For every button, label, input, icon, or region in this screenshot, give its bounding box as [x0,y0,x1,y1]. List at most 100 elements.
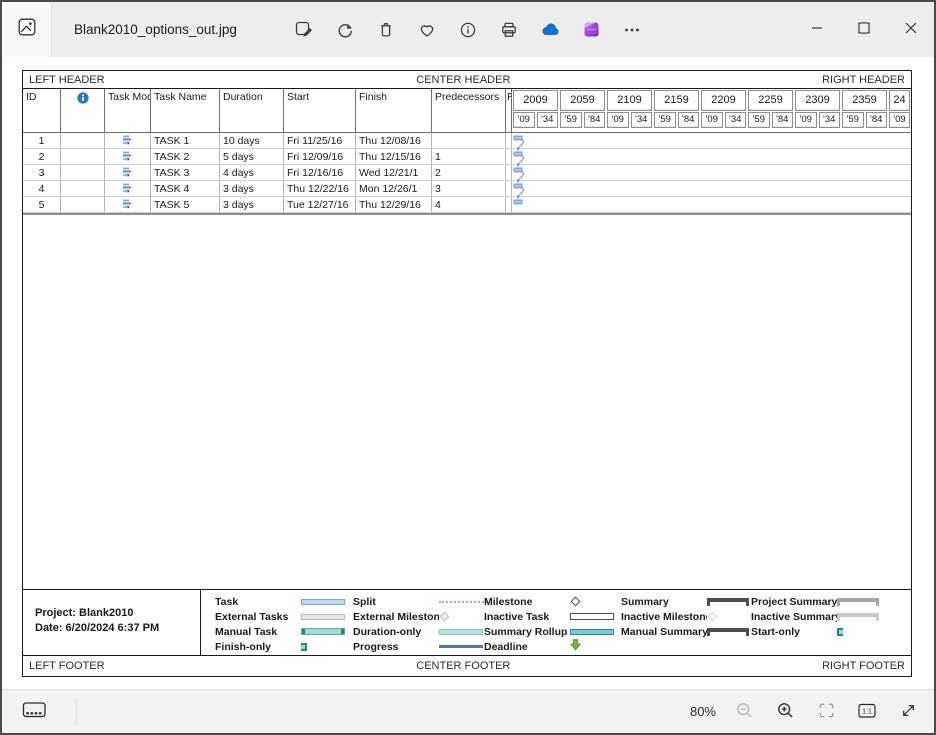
column-header-id: ID [23,89,61,132]
column-header-duration: Duration [220,89,284,132]
cell-task-name: TASK 5 [151,197,220,212]
cell-task-name: TASK 2 [151,149,220,164]
auto-scheduled-icon [122,167,133,177]
cell-finish: Thu 12/15/16 [356,149,432,164]
cell-duration: 5 days [220,149,284,164]
fit-to-window-icon [817,701,836,723]
legend-label: External Milestone [353,611,439,623]
legend-label: Progress [353,641,439,653]
cell-predecessors: 4 [432,197,506,212]
zoom-controls: 80% [690,699,934,725]
toolbar [290,16,646,44]
zoom-out-icon [735,701,754,723]
actual-size-button[interactable]: 1:1 [854,699,880,725]
delete-button[interactable] [372,16,400,44]
legend-column-4: Summary Inactive Milestone Manual Summar… [621,594,749,639]
cell-id: 2 [23,149,61,164]
gantt-bars-and-links [512,133,530,215]
legend-label: Project Summary [751,596,837,608]
legend-external-milestone-swatch [440,612,450,622]
auto-scheduled-icon [122,199,133,209]
zoom-in-button[interactable] [772,699,798,725]
cell-task-name: TASK 1 [151,133,220,148]
window-controls [793,2,934,57]
zoom-out-button[interactable] [731,699,757,725]
legend-label: Manual Task [215,626,301,638]
timescale-year-column: 2109 '09'34 [606,89,653,132]
cell-info [61,165,105,180]
report-center-footer: CENTER FOOTER [416,660,510,672]
cell-finish: Mon 12/26/1 [356,181,432,196]
favorite-button[interactable] [413,16,441,44]
legend-label: Inactive Milestone [621,611,707,623]
cell-info [61,133,105,148]
legend-start-only-swatch [837,628,843,636]
cell-task-name: TASK 3 [151,165,220,180]
more-ellipsis-icon [622,20,642,40]
cell-finish: Thu 12/29/16 [356,197,432,212]
timescale-header: 2009 '09'34 2059 '59'84 2109 '09'34 2159… [512,89,911,132]
legend-manual-summary-swatch [707,628,749,636]
cell-info [61,149,105,164]
legend-label: Manual Summary [621,626,707,638]
clipchamp-button[interactable] [577,16,605,44]
maximize-icon [858,22,870,37]
cell-duration: 3 days [220,181,284,196]
legend-inactive-milestone-swatch [708,612,718,622]
info-badge-icon [77,92,89,104]
onedrive-button[interactable] [536,16,564,44]
print-button[interactable] [495,16,523,44]
cell-id: 3 [23,165,61,180]
one-to-one-icon: 1:1 [857,701,877,723]
legend-summary-swatch [707,598,749,606]
fullscreen-button[interactable] [895,699,921,725]
table-end-divider [23,213,911,215]
timescale-year-column: 2159 '59'84 [653,89,700,132]
column-header-start: Start [284,89,356,132]
app-tab[interactable] [2,2,52,57]
project-info: Project: Blank2010 Date: 6/20/2024 6:37 … [35,606,159,636]
cell-task-mode [105,133,151,148]
legend-duration-only-swatch [439,629,483,635]
zoom-level: 80% [690,704,716,719]
timescale-year-column: 2259 '59'84 [747,89,794,132]
legend-column-3: Milestone Inactive Task Summary Rollup D… [484,594,614,654]
rotate-button[interactable] [331,16,359,44]
edit-image-button[interactable] [290,16,318,44]
legend-label: Summary Rollup [484,626,570,638]
cell-predecessors: 2 [432,165,506,180]
printer-icon [499,20,519,40]
rotate-icon [335,20,355,40]
file-info-button[interactable] [454,16,482,44]
cell-task-mode [105,181,151,196]
minimize-button[interactable] [793,2,840,57]
info-icon [458,20,478,40]
cell-info [61,181,105,196]
report-right-footer: RIGHT FOOTER [822,660,905,672]
cell-predecessors [432,133,506,148]
filmstrip-toggle-button[interactable] [14,697,54,727]
auto-scheduled-icon [122,183,133,193]
cell-start: Fri 11/25/16 [284,133,356,148]
fullscreen-icon [899,701,918,723]
gantt-report-page: LEFT HEADER CENTER HEADER RIGHT HEADER I… [22,70,912,677]
task-table-body: 1 TASK 1 10 days Fri 11/25/16 Thu 12/08/… [23,133,911,213]
cell-task-mode [105,165,151,180]
maximize-button[interactable] [840,2,887,57]
close-button[interactable] [887,2,934,57]
column-header-predecessors: Predecessors [432,89,506,132]
report-left-header: LEFT HEADER [29,74,105,86]
cell-finish: Thu 12/08/16 [356,133,432,148]
cell-id: 4 [23,181,61,196]
heart-icon [417,20,437,40]
cell-task-name: TASK 4 [151,181,220,196]
timescale-year-column: 2009 '09'34 [512,89,559,132]
cell-predecessors: 3 [432,181,506,196]
see-more-button[interactable] [618,16,646,44]
fit-to-window-button[interactable] [813,699,839,725]
trash-icon [376,20,396,40]
report-right-header: RIGHT HEADER [822,74,905,86]
image-canvas: LEFT HEADER CENTER HEADER RIGHT HEADER I… [2,57,934,689]
table-row: 5 TASK 5 3 days Tue 12/27/16 Thu 12/29/1… [23,197,911,213]
cell-start: Tue 12/27/16 [284,197,356,212]
